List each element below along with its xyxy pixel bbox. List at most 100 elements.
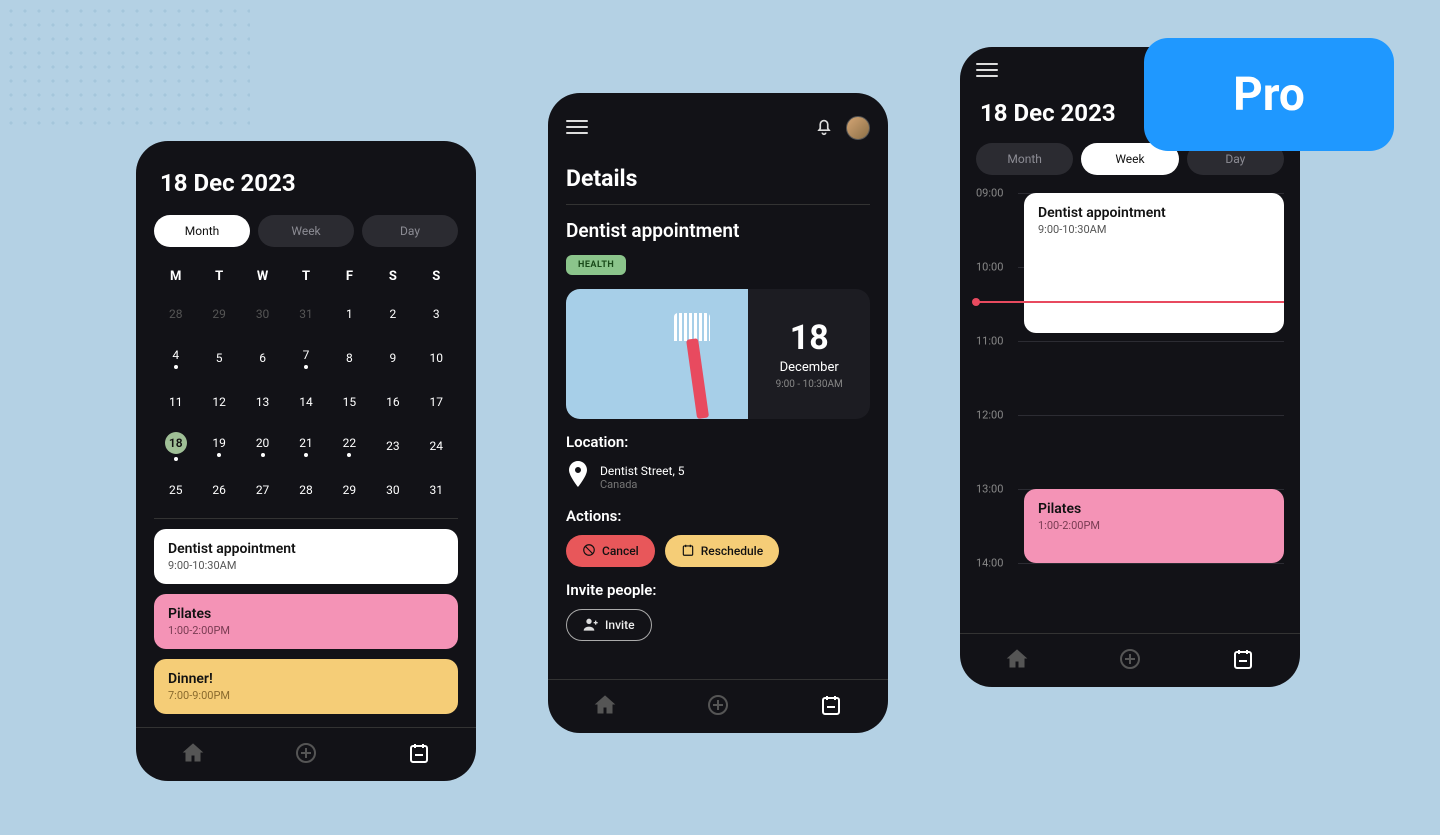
add-icon[interactable]	[294, 741, 318, 769]
calendar-day[interactable]: 2	[371, 296, 414, 332]
weekday-label: M	[154, 265, 197, 288]
bell-icon[interactable]	[814, 116, 834, 140]
home-icon[interactable]	[1005, 647, 1029, 675]
invite-button[interactable]: Invite	[566, 609, 652, 641]
timeline-event[interactable]: Pilates1:00-2:00PM	[1024, 489, 1284, 563]
actions-label: Actions:	[566, 507, 870, 525]
event-card[interactable]: Pilates1:00-2:00PM	[154, 594, 458, 649]
calendar-day[interactable]: 15	[328, 384, 371, 420]
weekday-label: S	[415, 265, 458, 288]
segment-month[interactable]: Month	[976, 143, 1073, 175]
bottom-nav	[548, 679, 888, 733]
calendar-day[interactable]: 23	[371, 428, 414, 464]
event-title: Dinner!	[168, 671, 444, 687]
event-image	[566, 289, 748, 419]
time-label: 12:00	[976, 409, 1003, 422]
pin-icon	[566, 461, 590, 493]
event-card[interactable]: Dentist appointment9:00-10:30AM	[154, 529, 458, 584]
country: Canada	[600, 478, 685, 491]
calendar-day[interactable]: 17	[415, 384, 458, 420]
time-label: 09:00	[976, 187, 1003, 200]
phone-month-view: 18 Dec 2023 Month Week Day MTWTFSS 28293…	[136, 141, 476, 781]
event-date-month: December	[780, 360, 839, 375]
pro-label: Pro	[1233, 68, 1305, 122]
calendar-day[interactable]: 22	[328, 428, 371, 464]
calendar-icon[interactable]	[819, 693, 843, 721]
calendar-day[interactable]: 28	[154, 296, 197, 332]
event-time: 7:00-9:00PM	[168, 689, 444, 702]
calendar-day[interactable]: 20	[241, 428, 284, 464]
calendar-day[interactable]: 3	[415, 296, 458, 332]
add-icon[interactable]	[706, 693, 730, 721]
event-detail-card: 18 December 9:00 - 10:30AM	[566, 289, 870, 419]
calendar-day[interactable]: 16	[371, 384, 414, 420]
menu-icon[interactable]	[566, 120, 588, 136]
home-icon[interactable]	[593, 693, 617, 721]
time-label: 14:00	[976, 557, 1003, 570]
calendar-day[interactable]: 26	[197, 472, 240, 508]
calendar-day[interactable]: 21	[284, 428, 327, 464]
weekday-label: T	[197, 265, 240, 288]
calendar-day[interactable]: 30	[371, 472, 414, 508]
divider	[154, 518, 458, 519]
calendar-day[interactable]: 14	[284, 384, 327, 420]
event-time: 1:00-2:00PM	[1038, 519, 1270, 532]
calendar-day[interactable]: 18	[154, 428, 197, 464]
calendar-day[interactable]: 13	[241, 384, 284, 420]
calendar-day[interactable]: 11	[154, 384, 197, 420]
calendar-day[interactable]: 28	[284, 472, 327, 508]
cancel-button[interactable]: Cancel	[566, 535, 655, 567]
weekday-label: T	[284, 265, 327, 288]
invite-icon	[583, 617, 599, 634]
now-indicator	[976, 301, 1284, 303]
reschedule-button[interactable]: Reschedule	[665, 535, 779, 567]
avatar[interactable]	[846, 116, 870, 140]
weekday-label: F	[328, 265, 371, 288]
weekday-label: S	[371, 265, 414, 288]
calendar-day[interactable]: 27	[241, 472, 284, 508]
calendar-day[interactable]: 12	[197, 384, 240, 420]
calendar-day[interactable]: 24	[415, 428, 458, 464]
home-icon[interactable]	[181, 741, 205, 769]
calendar-day[interactable]: 31	[284, 296, 327, 332]
event-card[interactable]: Dinner! 7:00-9:00PM	[154, 659, 458, 714]
details-heading: Details	[566, 165, 870, 192]
calendar-day[interactable]: 1	[328, 296, 371, 332]
cancel-label: Cancel	[602, 544, 639, 558]
calendar-icon[interactable]	[1231, 647, 1255, 675]
calendar-icon[interactable]	[407, 741, 431, 769]
segment-week[interactable]: Week	[258, 215, 354, 247]
calendar-day[interactable]: 6	[241, 340, 284, 376]
cancel-icon	[582, 543, 596, 560]
calendar-day[interactable]: 25	[154, 472, 197, 508]
weekday-label: W	[241, 265, 284, 288]
address: Dentist Street, 5	[600, 464, 685, 478]
calendar-day[interactable]: 5	[197, 340, 240, 376]
view-segment: Month Week Day	[154, 215, 458, 247]
event-name: Dentist appointment	[566, 219, 870, 242]
calendar-day[interactable]: 4	[154, 340, 197, 376]
calendar-day[interactable]: 7	[284, 340, 327, 376]
segment-day[interactable]: Day	[362, 215, 458, 247]
location-row: Dentist Street, 5 Canada	[566, 461, 870, 493]
time-label: 10:00	[976, 261, 1003, 274]
timeline-event[interactable]: Dentist appointment 9:00-10:30AM	[1024, 193, 1284, 333]
calendar-day[interactable]: 29	[328, 472, 371, 508]
calendar-day[interactable]: 9	[371, 340, 414, 376]
pro-badge: Pro	[1144, 38, 1394, 151]
time-label: 11:00	[976, 335, 1003, 348]
bottom-nav	[136, 727, 476, 781]
menu-icon[interactable]	[976, 63, 998, 79]
calendar-day[interactable]: 29	[197, 296, 240, 332]
calendar-day[interactable]: 19	[197, 428, 240, 464]
timeline: 09:0010:0011:0012:0013:0014:00Dentist ap…	[976, 193, 1284, 593]
event-title: Dentist appointment	[1038, 205, 1270, 221]
segment-month[interactable]: Month	[154, 215, 250, 247]
invite-text: Invite	[605, 618, 635, 632]
calendar-day[interactable]: 31	[415, 472, 458, 508]
calendar-day[interactable]: 30	[241, 296, 284, 332]
calendar-day[interactable]: 8	[328, 340, 371, 376]
add-icon[interactable]	[1118, 647, 1142, 675]
event-time: 9:00-10:30AM	[1038, 223, 1270, 236]
calendar-day[interactable]: 10	[415, 340, 458, 376]
